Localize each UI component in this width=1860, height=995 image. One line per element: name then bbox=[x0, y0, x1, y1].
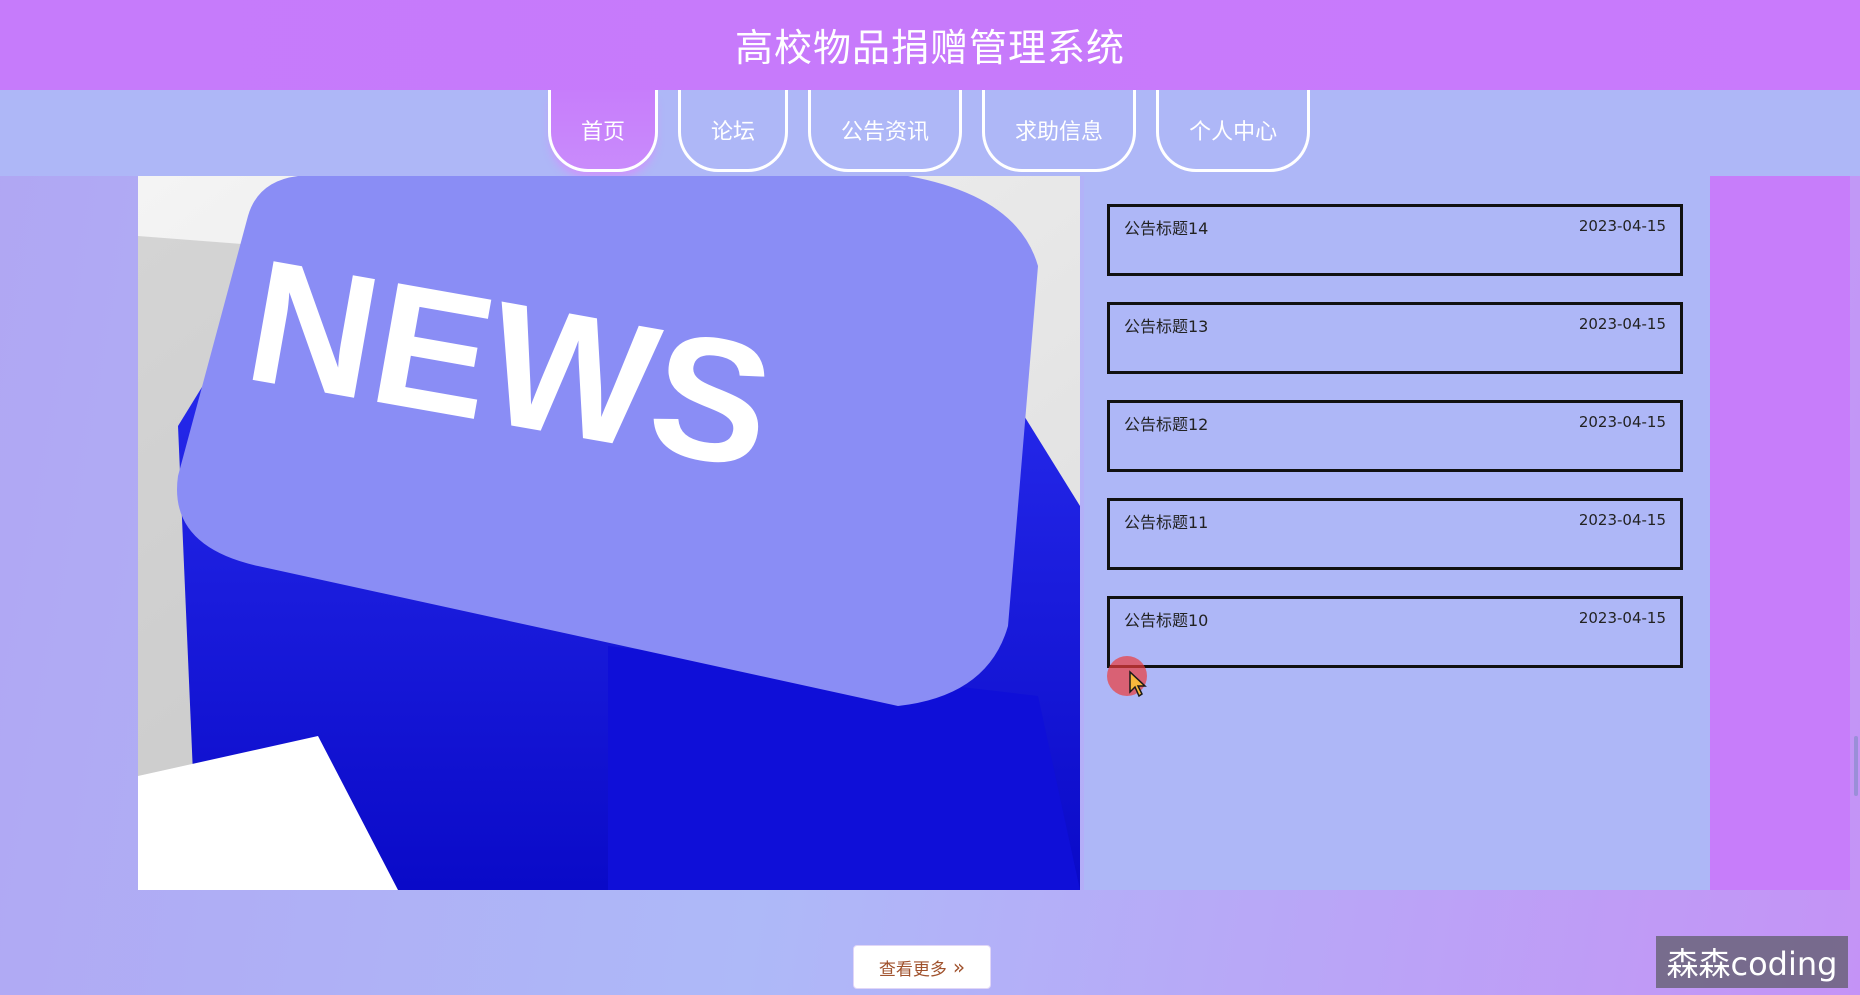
main-nav: 首页 论坛 公告资讯 求助信息 个人中心 bbox=[548, 90, 1311, 176]
news-hero-image[interactable]: NEWS bbox=[138, 176, 1080, 890]
announcement-date: 2023-04-15 bbox=[1578, 413, 1666, 431]
announcement-date: 2023-04-15 bbox=[1578, 217, 1666, 235]
announcement-title: 公告标题14 bbox=[1124, 219, 1209, 238]
site-title: 高校物品捐赠管理系统 bbox=[734, 25, 1125, 70]
announcement-title: 公告标题10 bbox=[1124, 611, 1209, 630]
announcement-date: 2023-04-15 bbox=[1578, 511, 1666, 529]
tab-forum[interactable]: 论坛 bbox=[678, 90, 789, 172]
list-item[interactable]: 公告标题12 2023-04-15 bbox=[1107, 400, 1683, 472]
view-more-label: 查看更多 bbox=[878, 959, 947, 980]
news-key-illustration: NEWS bbox=[138, 176, 1080, 890]
tab-home[interactable]: 首页 bbox=[548, 90, 659, 172]
list-item[interactable]: 公告标题14 2023-04-15 bbox=[1107, 204, 1683, 276]
announcement-date: 2023-04-15 bbox=[1578, 315, 1666, 333]
list-item[interactable]: 公告标题11 2023-04-15 bbox=[1107, 498, 1683, 570]
right-decor-strip bbox=[1710, 176, 1850, 890]
tab-help-requests[interactable]: 求助信息 bbox=[982, 90, 1137, 172]
tab-personal-center[interactable]: 个人中心 bbox=[1156, 90, 1311, 172]
announcement-title: 公告标题12 bbox=[1124, 415, 1209, 434]
announcement-title: 公告标题11 bbox=[1124, 513, 1209, 532]
list-item[interactable]: 公告标题10 2023-04-15 bbox=[1107, 596, 1683, 668]
announcement-date: 2023-04-15 bbox=[1578, 609, 1666, 627]
tab-announcements[interactable]: 公告资讯 bbox=[808, 90, 963, 172]
announcement-title: 公告标题13 bbox=[1124, 317, 1209, 336]
watermark: 森森coding bbox=[1656, 936, 1848, 988]
page-scrollbar[interactable] bbox=[1854, 736, 1858, 796]
double-chevron-right-icon: » bbox=[952, 955, 966, 979]
list-item[interactable]: 公告标题13 2023-04-15 bbox=[1107, 302, 1683, 374]
view-more-button[interactable]: 查看更多 » bbox=[853, 945, 991, 989]
announcement-list: 公告标题14 2023-04-15 公告标题13 2023-04-15 公告标题… bbox=[1107, 204, 1683, 694]
mouse-cursor-icon bbox=[1129, 670, 1147, 698]
header-bar: 高校物品捐赠管理系统 bbox=[0, 0, 1860, 90]
